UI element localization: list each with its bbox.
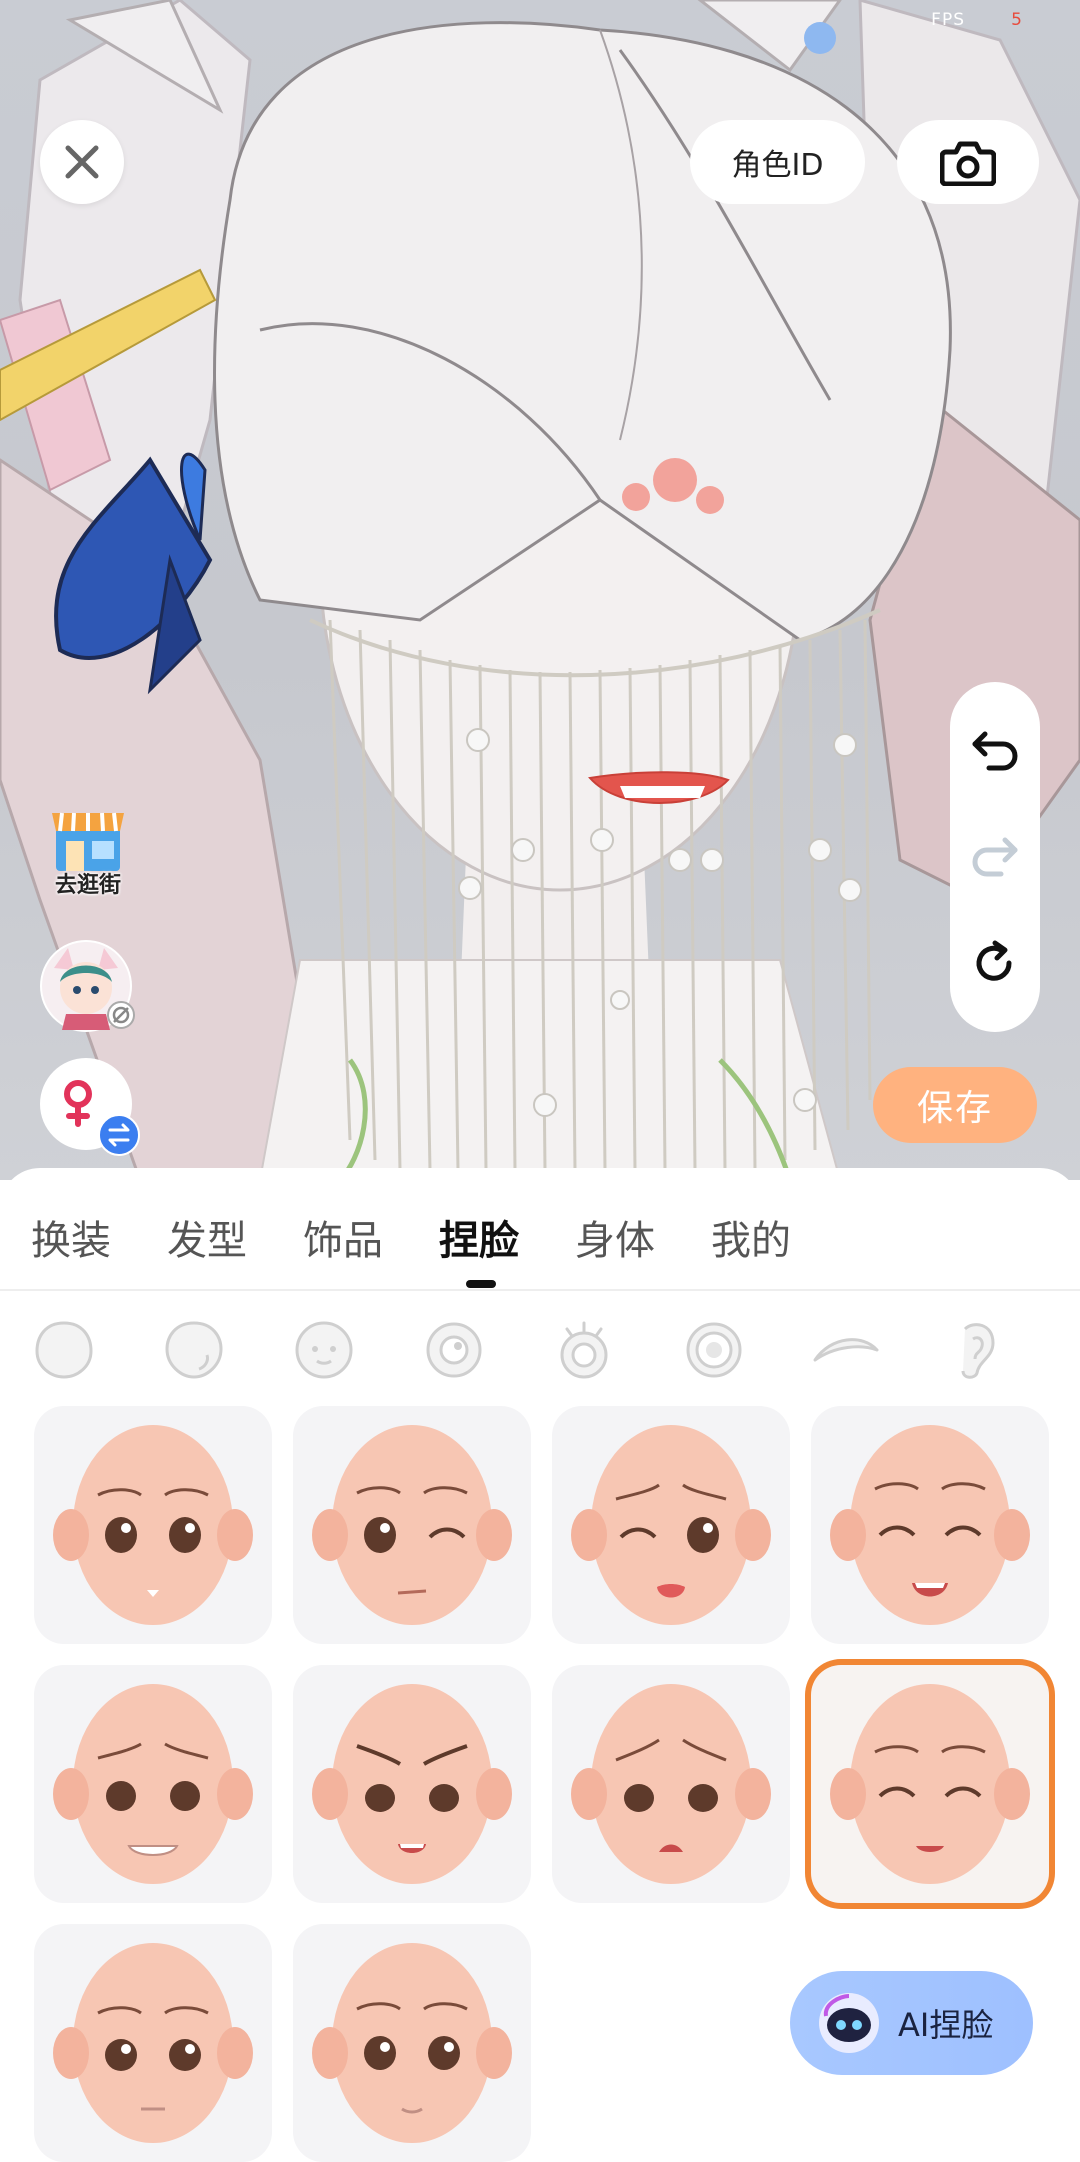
subcat-eyes[interactable] (422, 1318, 486, 1382)
camera-button[interactable] (897, 120, 1039, 204)
role-id-label: 角色ID (731, 148, 824, 183)
close-button[interactable] (40, 120, 124, 204)
face-worried-grin-icon (53, 1684, 253, 1884)
save-button[interactable]: 保存 (873, 1067, 1037, 1143)
face-closed-eye-smile-icon (830, 1684, 1030, 1884)
gender-switch-button[interactable] (40, 1058, 140, 1156)
face-preset-neutral[interactable] (34, 1406, 272, 1644)
tab-face-sculpt[interactable]: 捏脸 (439, 1208, 519, 1266)
eye-icon (426, 1322, 482, 1378)
face-tongue-out-icon (571, 1425, 771, 1625)
face-gentle-icon (312, 1943, 512, 2143)
face-shape-icon (35, 1321, 93, 1379)
subcat-eyelashes[interactable] (552, 1318, 616, 1382)
subcat-face-features[interactable] (292, 1318, 356, 1382)
face-preset-wink[interactable] (293, 1406, 531, 1644)
go-shopping-label: 去逛街 (54, 873, 121, 898)
tab-accessories[interactable]: 饰品 (303, 1208, 383, 1266)
face-preset-worried-grin[interactable] (34, 1665, 272, 1903)
category-tabs: 换装 发型 饰品 捏脸 身体 我的 (0, 1168, 1080, 1288)
ai-face-sculpt-label: AI捏脸 (898, 2006, 994, 2044)
subcat-pupil[interactable] (682, 1318, 746, 1382)
history-controls (950, 682, 1040, 1032)
face-preset-sad[interactable] (552, 1665, 790, 1903)
camera-icon (940, 141, 996, 186)
hidden-visibility-icon (107, 1001, 135, 1029)
go-shopping-button[interactable]: 去逛街 (38, 805, 138, 905)
ear-icon (961, 1323, 995, 1379)
face-preset-tongue-out[interactable] (552, 1406, 790, 1644)
ai-face-sculpt-button[interactable]: AI捏脸 (790, 1971, 1033, 2075)
divider (0, 1289, 1080, 1291)
face-subcategory-bar (0, 1308, 1080, 1398)
face-preset-closed-eye-smile[interactable] (811, 1665, 1049, 1903)
tab-outfit[interactable]: 换装 (31, 1208, 111, 1266)
face-calm-icon (53, 1943, 253, 2143)
face-preset-gentle[interactable] (293, 1924, 531, 2162)
face-angry-icon (312, 1684, 512, 1884)
subcat-face-shape[interactable] (32, 1318, 96, 1382)
reset-icon (976, 940, 1012, 981)
swap-icon (98, 1114, 140, 1156)
subcat-ears[interactable] (944, 1318, 1008, 1382)
tab-mine[interactable]: 我的 (711, 1208, 791, 1266)
pupil-icon (686, 1322, 742, 1378)
redo-icon (972, 837, 1018, 877)
face-preset-calm[interactable] (34, 1924, 272, 2162)
face-preset-happy-smile[interactable] (811, 1406, 1049, 1644)
face-contour-icon (165, 1321, 223, 1379)
robot-icon (819, 1993, 879, 2053)
reset-button[interactable] (970, 938, 1020, 988)
fps-label: FPS (931, 10, 965, 30)
face-happy-smile-icon (830, 1425, 1030, 1625)
eyebrow-icon (813, 1338, 879, 1362)
face-sad-icon (571, 1684, 771, 1884)
active-tab-indicator (466, 1280, 496, 1288)
eyelash-icon (560, 1321, 608, 1379)
face-neutral-icon (53, 1425, 253, 1625)
face-wink-icon (312, 1425, 512, 1625)
tab-body[interactable]: 身体 (575, 1208, 655, 1266)
close-icon (65, 145, 99, 179)
avatar-viewport[interactable]: FPS 5 角色ID 去逛街 保存 (0, 0, 1080, 1180)
face-features-icon (295, 1321, 353, 1379)
subcat-face-contour[interactable] (162, 1318, 226, 1382)
storefront-icon (52, 812, 124, 871)
undo-button[interactable] (970, 726, 1020, 776)
role-id-button[interactable]: 角色ID (690, 120, 865, 204)
tab-hairstyle[interactable]: 发型 (167, 1208, 247, 1266)
fps-value: 5 (1011, 10, 1022, 30)
subcat-eyebrow[interactable] (810, 1318, 882, 1382)
redo-button[interactable] (970, 832, 1020, 882)
face-preset-angry[interactable] (293, 1665, 531, 1903)
undo-icon (972, 731, 1018, 771)
profile-avatar-button[interactable] (40, 940, 135, 1032)
